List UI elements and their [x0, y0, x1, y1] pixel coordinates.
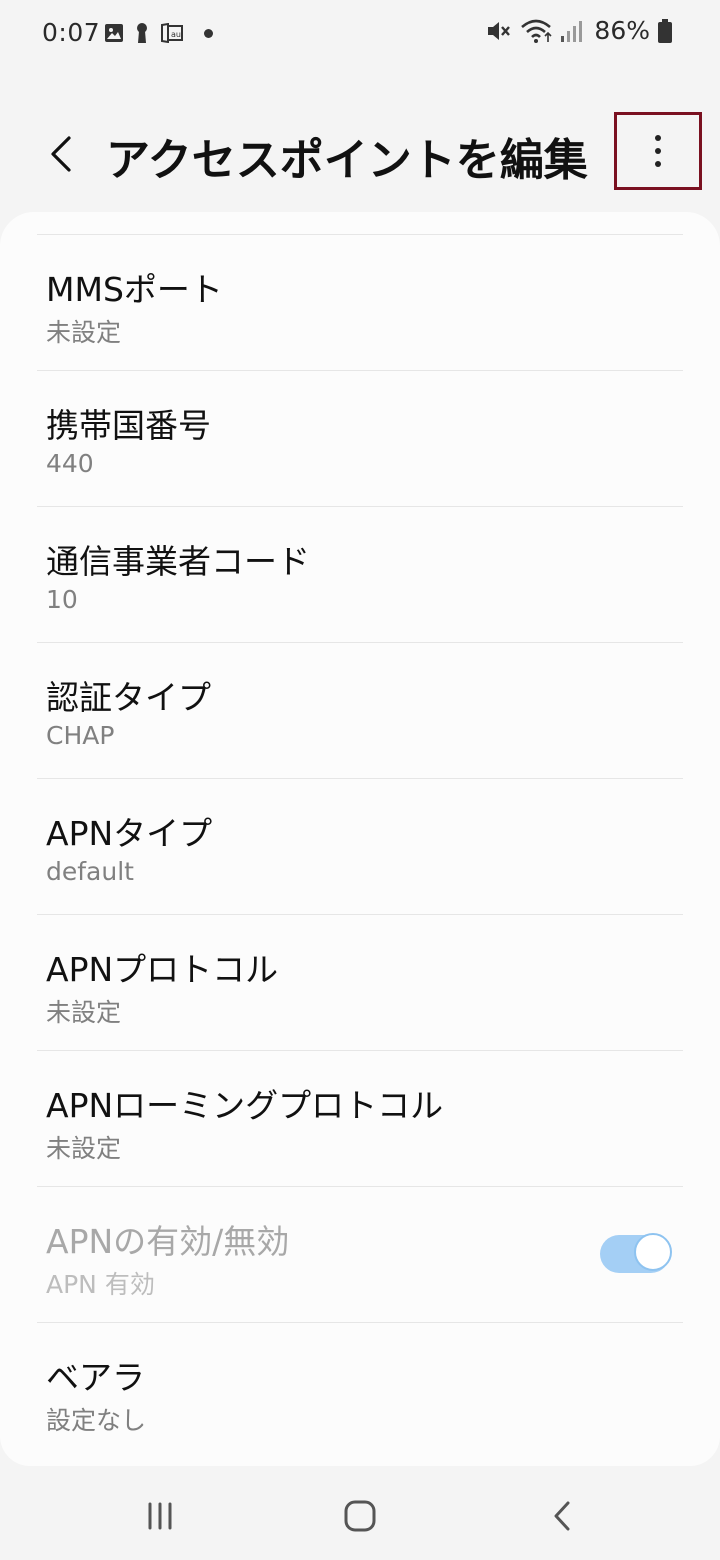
setting-label: 携帯国番号	[46, 406, 211, 445]
setting-label: ベアラ	[46, 1358, 145, 1397]
setting-label: 通信事業者コード	[46, 542, 310, 581]
nav-back-button[interactable]	[532, 1496, 592, 1536]
notification-dot	[204, 28, 213, 38]
keyhole-icon	[137, 23, 147, 43]
setting-auth-type[interactable]: 認証タイプ CHAP	[37, 642, 683, 778]
setting-mnc[interactable]: 通信事業者コード 10	[37, 506, 683, 642]
setting-value: APN 有効	[46, 1270, 155, 1299]
svg-text:au: au	[171, 30, 181, 39]
back-button[interactable]	[32, 126, 88, 182]
setting-label: APNプロトコル	[46, 950, 279, 989]
back-chevron-icon	[51, 136, 71, 172]
image-icon	[105, 24, 123, 42]
setting-value: default	[46, 857, 134, 886]
app-header: アクセスポイントを編集	[0, 90, 720, 220]
page-title: アクセスポイントを編集	[106, 135, 588, 186]
battery-icon	[658, 18, 672, 43]
setting-apn-roaming-protocol[interactable]: APNローミングプロトコル 未設定	[37, 1050, 683, 1186]
home-icon	[344, 1500, 376, 1532]
setting-mms-port[interactable]: MMSポート 未設定	[37, 234, 683, 370]
status-time: 0:07	[42, 18, 101, 47]
navigation-bar	[0, 1466, 720, 1560]
setting-label: 認証タイプ	[46, 678, 211, 717]
setting-apn-protocol[interactable]: APNプロトコル 未設定	[37, 914, 683, 1050]
status-icons-left: au	[104, 22, 213, 44]
setting-value: 設定なし	[46, 1406, 147, 1435]
recents-icon	[148, 1502, 172, 1530]
au-icon: au	[161, 23, 183, 43]
toggle-knob	[634, 1233, 672, 1271]
setting-apn-type[interactable]: APNタイプ default	[37, 778, 683, 914]
wifi-icon	[521, 19, 552, 43]
mute-icon	[488, 21, 511, 40]
setting-value: 10	[46, 585, 78, 614]
status-bar: 0:07 au 86%	[0, 0, 720, 72]
setting-value: 未設定	[46, 998, 122, 1027]
more-options-icon	[655, 135, 661, 141]
setting-label: APNの有効/無効	[46, 1222, 290, 1261]
setting-mcc[interactable]: 携帯国番号 440	[37, 370, 683, 506]
setting-apn-enable: APNの有効/無効 APN 有効	[37, 1186, 683, 1322]
setting-value: 未設定	[46, 1134, 122, 1163]
setting-value: 未設定	[46, 318, 122, 347]
setting-label: APNタイプ	[46, 814, 213, 853]
home-button[interactable]	[330, 1496, 390, 1536]
settings-list: MMSポート 未設定 携帯国番号 440 通信事業者コード 10 認証タイプ C…	[0, 234, 720, 1458]
signal-icon	[561, 20, 583, 42]
setting-label: MMSポート	[46, 270, 223, 309]
apn-enable-toggle[interactable]	[600, 1233, 672, 1273]
battery-percent: 86%	[594, 16, 650, 45]
recents-button[interactable]	[130, 1496, 190, 1536]
setting-label: APNローミングプロトコル	[46, 1086, 444, 1125]
more-options-button[interactable]	[614, 112, 702, 190]
setting-value: 440	[46, 449, 94, 478]
setting-value: CHAP	[46, 721, 115, 750]
status-icons-right: 86%	[486, 16, 672, 45]
setting-bearer[interactable]: ベアラ 設定なし	[37, 1322, 683, 1458]
back-icon	[554, 1501, 570, 1531]
settings-card: MMSポート 未設定 携帯国番号 440 通信事業者コード 10 認証タイプ C…	[0, 212, 720, 1466]
